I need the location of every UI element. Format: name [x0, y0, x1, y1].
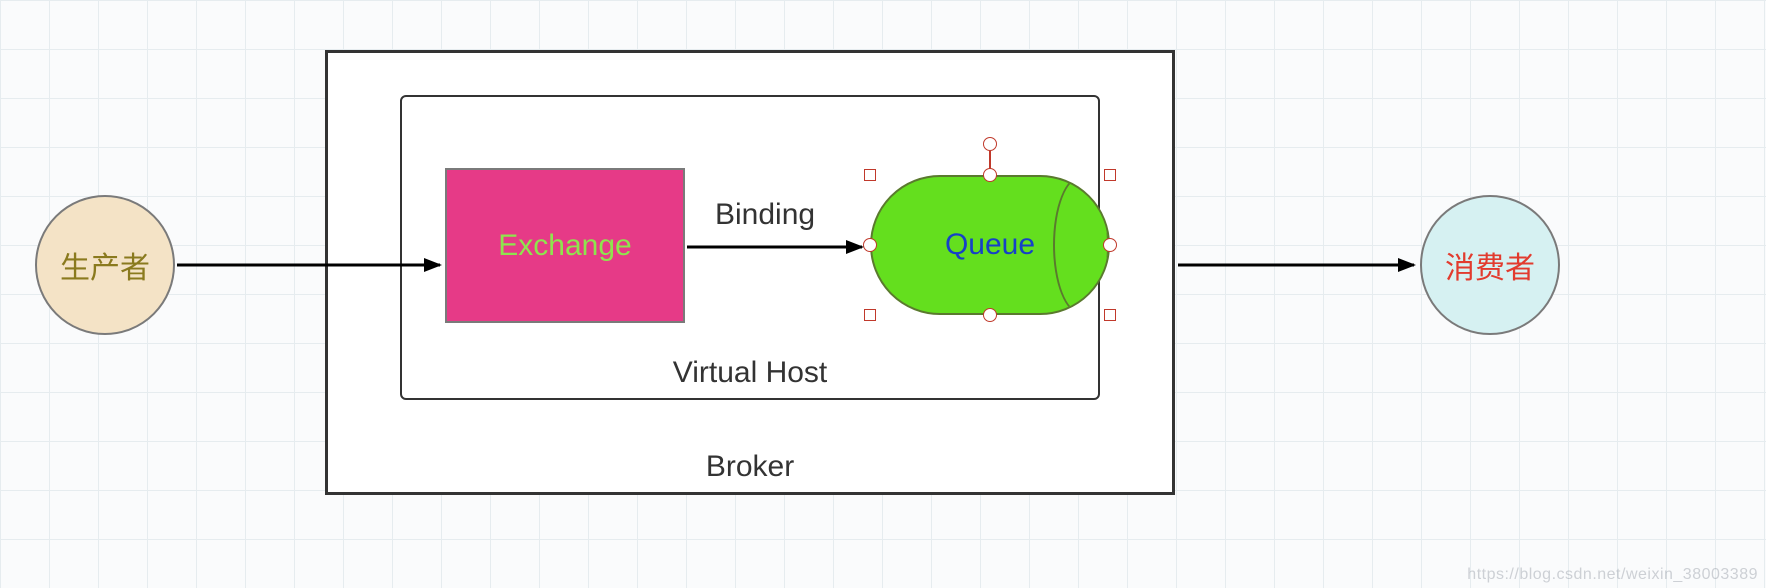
binding-label: Binding: [715, 198, 815, 232]
diagram-canvas: Broker Virtual Host Exchange Binding Que…: [0, 0, 1766, 588]
resize-handle-ne-icon[interactable]: [1104, 169, 1116, 181]
resize-handle-e-icon[interactable]: [1103, 238, 1117, 252]
consumer-node[interactable]: 消费者: [1420, 195, 1560, 335]
resize-handle-nw-icon[interactable]: [864, 169, 876, 181]
queue-cylinder: Queue: [870, 175, 1110, 315]
watermark-text: https://blog.csdn.net/weixin_38003389: [1467, 566, 1758, 584]
producer-label: 生产者: [60, 243, 150, 287]
resize-handle-se-icon[interactable]: [1104, 309, 1116, 321]
consumer-label: 消费者: [1445, 243, 1535, 287]
virtual-host-label: Virtual Host: [673, 356, 828, 390]
exchange-label: Exchange: [498, 229, 631, 263]
resize-handle-w-icon[interactable]: [863, 238, 877, 252]
resize-handle-n-icon[interactable]: [983, 168, 997, 182]
rotation-handle-icon[interactable]: [983, 137, 997, 151]
exchange-node[interactable]: Exchange: [445, 168, 685, 323]
queue-node-selected[interactable]: Queue: [870, 175, 1110, 315]
resize-handle-s-icon[interactable]: [983, 308, 997, 322]
producer-node[interactable]: 生产者: [35, 195, 175, 335]
queue-label: Queue: [945, 228, 1035, 262]
broker-label: Broker: [706, 450, 794, 484]
resize-handle-sw-icon[interactable]: [864, 309, 876, 321]
